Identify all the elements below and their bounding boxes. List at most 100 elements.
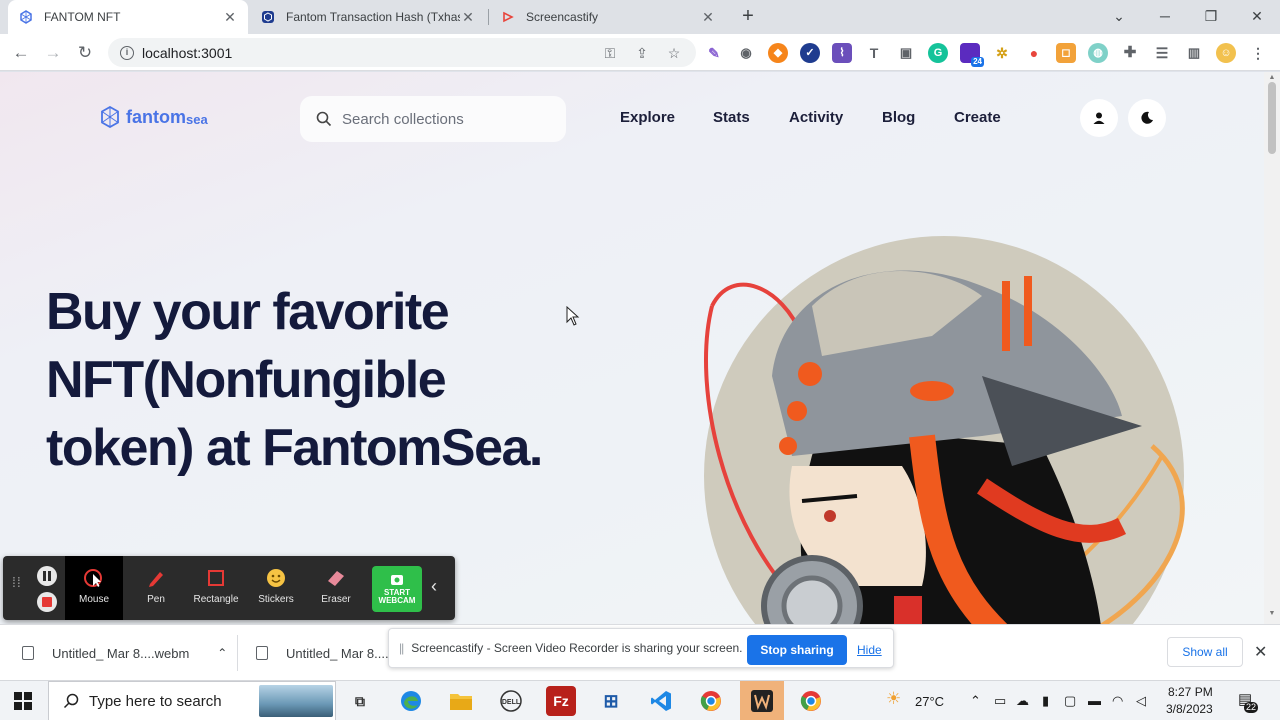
text-extension-icon[interactable]: T (864, 43, 884, 63)
weather-temperature[interactable]: 27°C (915, 694, 944, 709)
share-icon[interactable]: ⇪ (632, 43, 652, 63)
page-viewport: fantomsea Explore Stats Activity Blog Cr… (0, 72, 1264, 624)
back-arrow-icon[interactable]: ← (8, 40, 34, 66)
close-icon[interactable]: ✕ (460, 9, 476, 26)
active-app-icon[interactable] (740, 681, 784, 720)
wifi-icon[interactable]: ◠ (1112, 693, 1123, 709)
theme-toggle-button[interactable] (1128, 99, 1166, 137)
site-info-icon[interactable]: i (120, 45, 134, 60)
file-explorer-icon[interactable] (446, 686, 476, 716)
close-icon[interactable]: ✕ (700, 9, 716, 26)
ftmscan-cube-icon (260, 9, 276, 25)
download-item[interactable]: Untitled_ Mar 8....webm ⌃ (22, 625, 227, 681)
download-item[interactable]: Untitled_ Mar 8....w (256, 625, 398, 681)
puzzle-extensions-icon[interactable]: ✚ (1120, 43, 1140, 63)
weather-sun-icon[interactable]: ☀ (886, 689, 901, 709)
camera-extension-icon[interactable]: ◉ (736, 43, 756, 63)
onedrive-cloud-icon[interactable]: ☁ (1016, 693, 1029, 709)
edge-browser-icon[interactable] (396, 686, 426, 716)
screen-extension-icon[interactable]: ▣ (896, 43, 916, 63)
dropper-extension-icon[interactable]: ⌇ (832, 43, 852, 63)
smiley-icon (267, 569, 285, 587)
globe-extension-icon[interactable]: ◍ (1088, 43, 1108, 63)
scroll-thumb[interactable] (1268, 82, 1276, 154)
chevron-up-icon[interactable]: ⌃ (217, 646, 227, 660)
metamask-fox-icon[interactable]: ◆ (768, 43, 788, 63)
nav-explore[interactable]: Explore (620, 109, 675, 126)
stop-recording-button[interactable] (37, 592, 57, 612)
forward-arrow-icon[interactable]: → (40, 40, 66, 66)
site-logo[interactable]: fantom sea (100, 106, 208, 128)
start-webcam-button[interactable]: START WEBCAM (372, 566, 422, 612)
chrome-icon[interactable] (696, 686, 726, 716)
window-close-icon[interactable]: ✕ (1234, 0, 1280, 32)
clock-date[interactable]: 3/8/2023 (1166, 702, 1213, 716)
dell-icon[interactable]: DELL (496, 686, 526, 716)
nav-blog[interactable]: Blog (882, 109, 915, 126)
tool-pen[interactable]: Pen (127, 556, 185, 620)
scroll-down-icon[interactable]: ▼ (1268, 610, 1276, 617)
minimize-icon[interactable]: ─ (1142, 0, 1188, 32)
profile-avatar[interactable]: ☺ (1216, 43, 1236, 63)
tab-title: Fantom Transaction Hash (Txhash (286, 10, 460, 24)
badge-extension-icon[interactable]: 24 (960, 43, 984, 67)
clock-time[interactable]: 8:27 PM (1168, 685, 1213, 699)
reading-list-icon[interactable]: ☰ (1152, 43, 1172, 63)
close-icon[interactable]: ✕ (1254, 642, 1267, 662)
microphone-icon[interactable]: ▮ (1042, 693, 1049, 709)
pause-button[interactable] (37, 566, 57, 586)
scroll-up-icon[interactable]: ▲ (1268, 74, 1276, 81)
hide-notification-link[interactable]: Hide (857, 635, 882, 665)
windows-taskbar: ⧉ DELL Fz ⊞ ☀ 27°C ⌃ ▭ ☁ ▮ ▢ ▬ ◠ ◁ 8:27 … (0, 680, 1280, 720)
vscode-icon[interactable] (646, 686, 676, 716)
tool-rectangle[interactable]: Rectangle (187, 556, 245, 620)
filezilla-icon[interactable]: Fz (546, 686, 576, 716)
search-input[interactable] (342, 110, 552, 128)
nav-activity[interactable]: Activity (789, 109, 843, 126)
stop-sharing-button[interactable]: Stop sharing (747, 635, 847, 665)
orange-extension-icon[interactable]: ◻ (1056, 43, 1076, 63)
tab-fantom-transaction-hash[interactable]: Fantom Transaction Hash (Txhash ✕ (250, 0, 486, 34)
tool-eraser[interactable]: Eraser (307, 556, 365, 620)
display-icon[interactable]: ▢ (1064, 693, 1076, 709)
drag-handle-icon[interactable]: ⁞⁞ (12, 575, 22, 589)
key-icon[interactable]: ⚿ (600, 43, 620, 63)
nav-create[interactable]: Create (954, 109, 1001, 126)
collapse-chevron-icon[interactable]: ‹ (431, 576, 437, 597)
grammarly-icon[interactable]: G (928, 43, 948, 63)
record-extension-icon[interactable]: ● (1024, 43, 1044, 63)
show-all-downloads-button[interactable]: Show all (1167, 637, 1243, 667)
close-icon[interactable]: ✕ (222, 9, 238, 26)
profile-button[interactable] (1080, 99, 1118, 137)
tool-mouse[interactable]: Mouse (65, 556, 123, 620)
page-scrollbar[interactable]: ▲ ▼ (1264, 72, 1280, 624)
reload-icon[interactable]: ↻ (72, 40, 98, 66)
kebab-menu-icon[interactable]: ⋮ (1248, 43, 1268, 63)
network-app-icon[interactable]: ⊞ (596, 686, 626, 716)
battery-icon[interactable]: ▬ (1088, 693, 1101, 708)
nav-stats[interactable]: Stats (713, 109, 750, 126)
eraser-icon (328, 571, 344, 586)
side-panel-icon[interactable]: ▥ (1184, 43, 1204, 63)
show-hidden-icons-chevron[interactable]: ⌃ (970, 693, 981, 709)
bookmark-star-icon[interactable]: ☆ (664, 43, 684, 63)
feather-extension-icon[interactable]: ✎ (704, 43, 724, 63)
check-extension-icon[interactable]: ✓ (800, 43, 820, 63)
bug-extension-icon[interactable]: ✲ (992, 43, 1012, 63)
tab-search-chevron-icon[interactable]: ⌄ (1096, 0, 1142, 32)
new-tab-icon[interactable]: + (737, 5, 759, 27)
chrome-profile-icon[interactable] (796, 686, 826, 716)
tab-fantom-nft[interactable]: FANTOM NFT ✕ (8, 0, 248, 34)
tool-label: Eraser (321, 594, 351, 605)
taskbar-search-input[interactable] (89, 692, 239, 710)
tool-label: Rectangle (193, 594, 239, 605)
tool-stickers[interactable]: Stickers (247, 556, 305, 620)
moon-icon (1141, 111, 1153, 124)
tab-screencastify[interactable]: Screencastify ✕ (490, 0, 726, 34)
meet-now-icon[interactable]: ▭ (994, 693, 1006, 709)
restore-icon[interactable]: ❐ (1188, 0, 1234, 32)
pause-icon (43, 571, 51, 581)
task-view-icon[interactable]: ⧉ (345, 686, 375, 716)
windows-start-icon[interactable] (14, 692, 32, 710)
speaker-icon[interactable]: ◁ (1136, 693, 1146, 709)
